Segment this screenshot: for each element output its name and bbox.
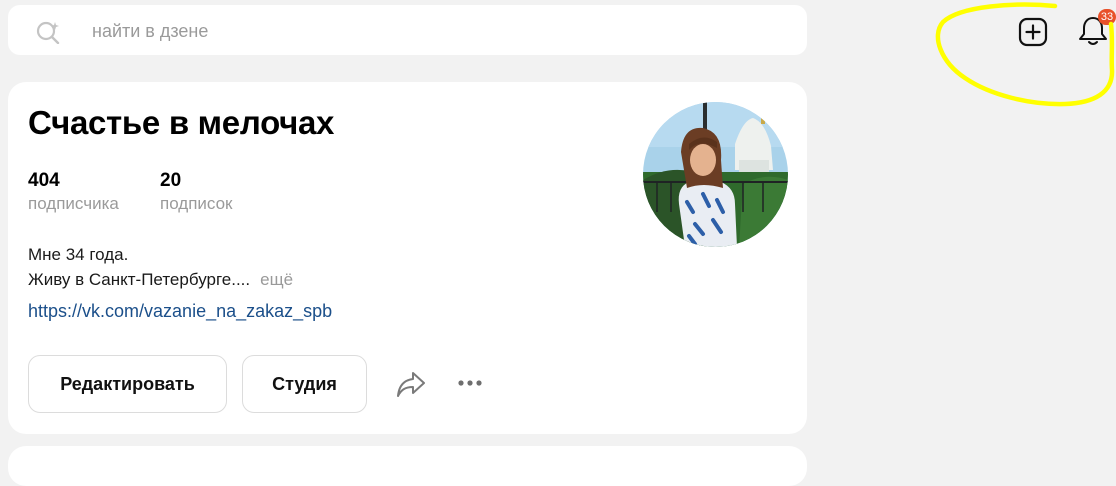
subscribers-count: 404 bbox=[28, 170, 60, 191]
share-arrow-icon[interactable] bbox=[395, 369, 427, 399]
next-card bbox=[8, 446, 807, 486]
bio-line-2-text: Живу в Санкт-Петербурге.... bbox=[28, 270, 251, 289]
search-bar[interactable] bbox=[8, 5, 807, 55]
bio-line-2: Живу в Санкт-Петербурге.... ещё bbox=[28, 267, 293, 292]
external-link[interactable]: https://vk.com/vazanie_na_zakaz_spb bbox=[28, 301, 332, 322]
avatar[interactable] bbox=[643, 102, 788, 247]
more-dots-icon[interactable] bbox=[457, 378, 483, 388]
studio-button[interactable]: Студия bbox=[242, 355, 367, 413]
bio-more-link[interactable]: ещё bbox=[260, 270, 293, 289]
subscribers-stat[interactable]: 404 подписчика bbox=[28, 170, 119, 216]
subscriptions-count: 20 bbox=[160, 170, 182, 191]
subscriptions-label: подписок bbox=[160, 194, 233, 213]
subscribers-label: подписчика bbox=[28, 194, 119, 213]
add-post-button[interactable] bbox=[1017, 16, 1049, 48]
search-input[interactable] bbox=[92, 15, 772, 47]
bio: Мне 34 года. Живу в Санкт-Петербурге....… bbox=[28, 242, 293, 292]
profile-card: Счастье в мелочах 404 подписчика 20 подп… bbox=[8, 82, 807, 434]
channel-title: Счастье в мелочах bbox=[28, 104, 335, 141]
search-icon bbox=[36, 21, 60, 44]
edit-button[interactable]: Редактировать bbox=[28, 355, 227, 413]
bio-line-1: Мне 34 года. bbox=[28, 245, 129, 264]
subscriptions-stat[interactable]: 20 подписок bbox=[160, 170, 233, 216]
notification-count-badge: 33 bbox=[1098, 9, 1116, 25]
avatar-photo bbox=[643, 102, 788, 247]
